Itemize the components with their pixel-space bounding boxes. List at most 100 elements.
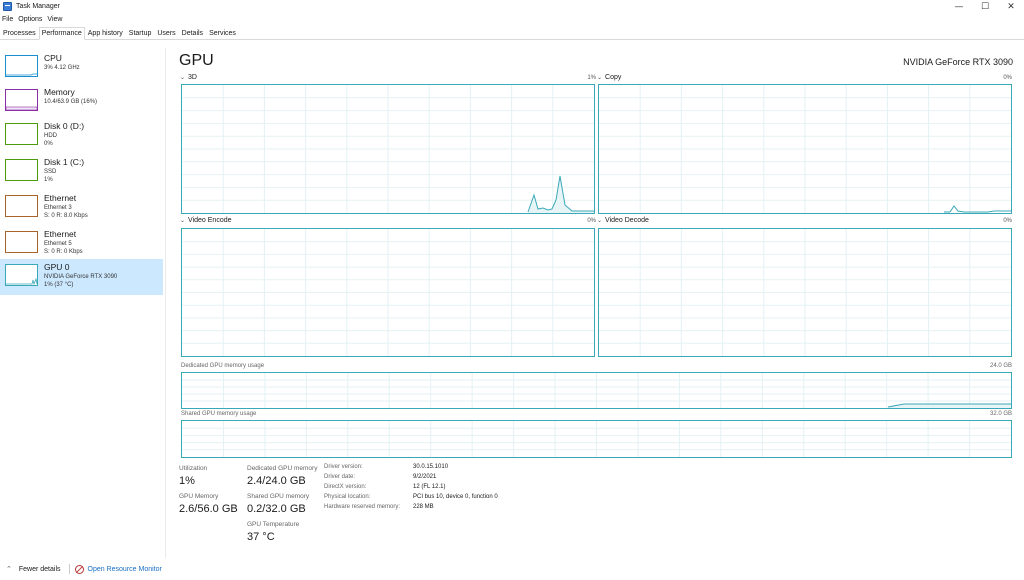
gpu-panel: GPU NVIDIA GeForce RTX 3090 ⌄ 3D 1% ⌄ Copy… [166, 40, 1024, 560]
tab-app-history[interactable]: App history [85, 27, 126, 39]
sidebar-item-label: GPU 0 [44, 262, 70, 272]
graph-3d-percent: 1% [587, 75, 596, 81]
graph-video-decode-label[interactable]: ⌄ Video Decode [597, 217, 649, 224]
sidebar-item-cpu[interactable]: CPU 3% 4.12 GHz [0, 50, 163, 86]
shared-gpu-memory-label: Shared GPU memory [247, 493, 310, 500]
sidebar-item-detail: 0% [44, 141, 53, 147]
driver-version-key: Driver version: [324, 464, 363, 470]
dedicated-memory-label: Dedicated GPU memory usage [181, 363, 265, 369]
cpu-thumbnail [5, 55, 38, 77]
sidebar-item-gpu-0[interactable]: GPU 0 NVIDIA GeForce RTX 3090 1% (37 °C) [0, 259, 163, 295]
sidebar-item-disk-1[interactable]: Disk 1 (C:) SSD 1% [0, 154, 163, 190]
gpu-memory-value: 2.6/56.0 GB [179, 503, 238, 515]
sidebar-item-detail: 1% (37 °C) [44, 282, 74, 288]
shared-gpu-memory-value: 0.2/32.0 GB [247, 503, 306, 515]
graph-video-decode-title: Video Decode [605, 217, 649, 224]
utilization-label: Utilization [179, 465, 208, 472]
tab-performance[interactable]: Performance [38, 27, 85, 40]
gpu-mini-graph [6, 277, 38, 286]
driver-date-key: Driver date: [324, 474, 356, 480]
gpu-0-thumbnail [5, 264, 38, 286]
graph-copy-title: Copy [605, 74, 622, 81]
graph-video-encode-plot [182, 229, 594, 356]
physical-location-value: PCI bus 10, device 0, function 0 [413, 494, 498, 500]
sidebar-item-label: Ethernet [44, 229, 77, 239]
chevron-down-icon: ⌄ [180, 74, 186, 81]
graph-3d-label[interactable]: ⌄ 3D [180, 74, 197, 81]
shared-memory-graph [181, 420, 1012, 458]
dedicated-memory-graph [181, 372, 1012, 409]
dedicated-gpu-memory-label: Dedicated GPU memory [247, 465, 318, 472]
menu-file[interactable]: File [0, 14, 16, 26]
tab-details[interactable]: Details [179, 27, 206, 39]
sidebar-item-detail: S: 0 R: 0 Kbps [44, 249, 83, 255]
directx-version-key: DirectX version: [324, 484, 367, 490]
graph-video-decode-percent: 0% [1003, 218, 1012, 224]
tab-startup[interactable]: Startup [126, 27, 155, 39]
dedicated-gpu-memory-value: 2.4/24.0 GB [247, 475, 306, 487]
shared-memory-plot [182, 421, 1011, 457]
disk-1-thumbnail [5, 159, 38, 181]
minimize-button[interactable]: — [946, 0, 972, 13]
shared-memory-max: 32.0 GB [989, 411, 1012, 417]
graph-3d-title: 3D [188, 74, 197, 81]
sidebar-item-label: Disk 1 (C:) [44, 157, 85, 167]
chevron-down-icon: ⌄ [597, 74, 603, 81]
graph-3d-plot [182, 85, 594, 213]
utilization-value: 1% [179, 475, 195, 487]
tab-processes[interactable]: Processes [0, 27, 39, 39]
sidebar-item-detail: NVIDIA GeForce RTX 3090 [44, 274, 118, 280]
graph-copy-plot [599, 85, 1011, 213]
directx-version-value: 12 (FL 12.1) [413, 484, 446, 490]
footer: ⌃ Fewer details Open Resource Monitor [0, 560, 1024, 578]
window-title: Task Manager [16, 3, 60, 10]
menu-bar: File Options View [0, 14, 65, 26]
sidebar-item-detail: SSD [44, 169, 57, 175]
task-manager-icon [3, 2, 12, 11]
sidebar-item-label: Memory [44, 87, 75, 97]
sidebar-item-detail: S: 0 R: 8.0 Kbps [44, 213, 88, 219]
shared-memory-label: Shared GPU memory usage [181, 411, 257, 417]
driver-version-value: 30.0.15.1010 [413, 464, 449, 470]
ethernet-3-thumbnail [5, 195, 38, 217]
tab-users[interactable]: Users [154, 27, 178, 39]
gpu-temperature-label: GPU Temperature [247, 521, 300, 528]
graph-copy-label[interactable]: ⌄ Copy [597, 74, 621, 81]
gpu-temperature-value: 37 °C [247, 531, 275, 543]
performance-sidebar: CPU 3% 4.12 GHz Memory 10.4/63.9 GB (16%… [0, 48, 164, 558]
title-bar: Task Manager — ☐ ✕ [0, 0, 1024, 13]
graph-video-encode-label[interactable]: ⌄ Video Encode [180, 217, 232, 224]
close-button[interactable]: ✕ [998, 0, 1024, 13]
chevron-down-icon: ⌄ [597, 217, 603, 224]
dedicated-memory-plot [182, 373, 1011, 408]
driver-date-value: 9/2/2021 [413, 474, 437, 480]
menu-view[interactable]: View [45, 14, 65, 26]
ethernet-5-thumbnail [5, 231, 38, 253]
chevron-up-icon[interactable]: ⌃ [6, 565, 12, 573]
memory-mini-graph [5, 106, 38, 111]
sidebar-item-detail: Ethernet 3 [44, 205, 72, 211]
fewer-details-button[interactable]: Fewer details [19, 566, 61, 573]
resource-monitor-icon[interactable] [74, 564, 84, 574]
sidebar-item-label: CPU [44, 53, 62, 63]
hardware-reserved-memory-value: 228 MB [413, 504, 434, 510]
graph-3d [181, 84, 595, 214]
tab-bar: Processes Performance App history Startu… [0, 27, 1024, 40]
sidebar-item-disk-0[interactable]: Disk 0 (D:) HDD 0% [0, 118, 163, 154]
sidebar-item-memory[interactable]: Memory 10.4/63.9 GB (16%) [0, 84, 163, 120]
sidebar-item-label: Ethernet [44, 193, 77, 203]
maximize-button[interactable]: ☐ [972, 0, 998, 13]
open-resource-monitor-link[interactable]: Open Resource Monitor [88, 566, 162, 573]
sidebar-item-detail: 3% 4.12 GHz [44, 65, 80, 71]
sidebar-item-detail: Ethernet 5 [44, 241, 72, 247]
chevron-down-icon: ⌄ [180, 217, 186, 224]
menu-options[interactable]: Options [16, 14, 45, 26]
physical-location-key: Physical location: [324, 494, 371, 500]
graph-video-encode [181, 228, 595, 357]
gpu-model-name: NVIDIA GeForce RTX 3090 [903, 57, 1013, 67]
dedicated-memory-max: 24.0 GB [989, 363, 1012, 369]
sidebar-item-ethernet-5[interactable]: Ethernet Ethernet 5 S: 0 R: 0 Kbps [0, 226, 163, 262]
sidebar-item-ethernet-3[interactable]: Ethernet Ethernet 3 S: 0 R: 8.0 Kbps [0, 190, 163, 226]
tab-services[interactable]: Services [206, 27, 239, 39]
graph-copy [598, 84, 1012, 214]
